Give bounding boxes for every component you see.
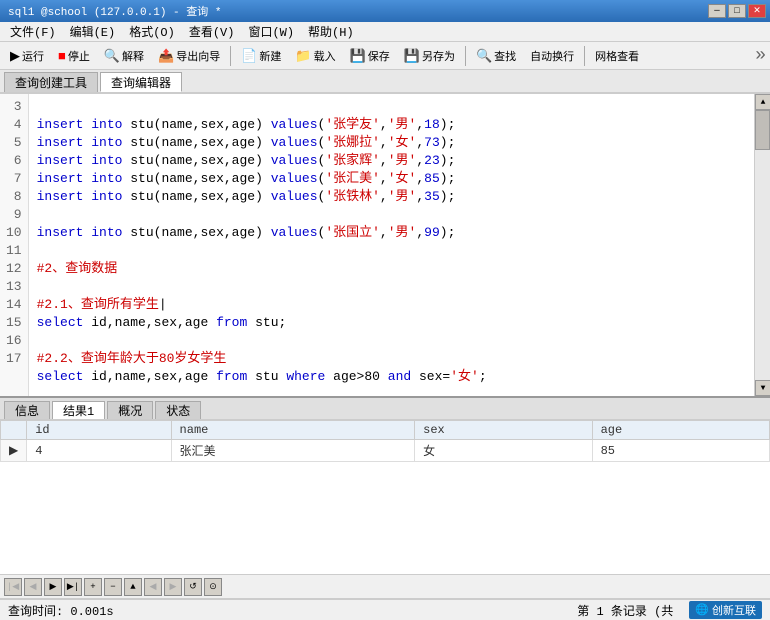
find-icon: 🔍 [476, 48, 492, 64]
col-id: id [27, 421, 171, 440]
col-sex: sex [415, 421, 592, 440]
tab-info[interactable]: 信息 [4, 401, 50, 419]
scroll-track[interactable] [755, 110, 770, 380]
result-content: id name sex age ▶ 4 张汇美 女 85 [0, 420, 770, 574]
toolbar-expand[interactable]: » [755, 46, 766, 66]
scroll-up[interactable]: ▲ [755, 94, 770, 110]
tab-query-editor[interactable]: 查询编辑器 [100, 72, 182, 92]
row-indicator: ▶ [1, 440, 27, 462]
nav-refresh[interactable]: ↺ [184, 578, 202, 596]
new-icon: 📄 [241, 48, 257, 64]
brand-icon: 🌐 [695, 603, 709, 617]
minimize-button[interactable]: ─ [708, 4, 726, 18]
nav-back[interactable]: ▶ [164, 578, 182, 596]
status-right: 第 1 条记录 (共 🌐 创新互联 [577, 601, 762, 619]
code-editor[interactable]: insert into stu(name,sex,age) values('张学… [29, 94, 754, 396]
cell-id: 4 [27, 440, 171, 462]
nav-up[interactable]: ▲ [124, 578, 142, 596]
nav-clear[interactable]: ⊙ [204, 578, 222, 596]
tab-status[interactable]: 状态 [155, 401, 201, 419]
col-age: age [592, 421, 769, 440]
saveas-button[interactable]: 💾 另存为 [398, 45, 461, 67]
gridview-button[interactable]: 网格查看 [589, 45, 645, 67]
save-icon: 💾 [350, 48, 366, 64]
nav-add[interactable]: + [84, 578, 102, 596]
load-button[interactable]: 📁 载入 [289, 45, 341, 67]
scroll-down[interactable]: ▼ [755, 380, 770, 396]
menu-bar: 文件(F) 编辑(E) 格式(O) 查看(V) 窗口(W) 帮助(H) [0, 22, 770, 42]
query-time: 查询时间: 0.001s [8, 602, 114, 619]
tab-summary[interactable]: 概况 [107, 401, 153, 419]
maximize-button[interactable]: □ [728, 4, 746, 18]
table-row: ▶ 4 张汇美 女 85 [1, 440, 770, 462]
sql-editor: 34567891011121314151617 insert into stu(… [0, 94, 770, 398]
status-bar: 查询时间: 0.001s 第 1 条记录 (共 🌐 创新互联 [0, 598, 770, 620]
title-text: sql1 @school (127.0.0.1) - 查询 * [4, 3, 221, 19]
close-button[interactable]: ✕ [748, 4, 766, 18]
cell-sex: 女 [415, 440, 592, 462]
export-button[interactable]: 📤 导出向导 [152, 45, 226, 67]
editor-scrollbar[interactable]: ▲ ▼ [754, 94, 770, 396]
result-area: 信息 结果1 概况 状态 id name sex [0, 398, 770, 598]
main-tab-bar: 查询创建工具 查询编辑器 [0, 70, 770, 94]
nav-delete[interactable]: − [104, 578, 122, 596]
nav-next[interactable]: ▶| [64, 578, 82, 596]
tab-result1[interactable]: 结果1 [52, 401, 105, 419]
run-icon: ▶ [10, 48, 20, 64]
save-button[interactable]: 💾 保存 [344, 45, 396, 67]
autowrap-button[interactable]: 自动换行 [524, 45, 580, 67]
window-controls: ─ □ ✕ [708, 4, 766, 18]
nav-first[interactable]: |◀ [4, 578, 22, 596]
menu-view[interactable]: 查看(V) [183, 22, 241, 41]
menu-file[interactable]: 文件(F) [4, 22, 62, 41]
export-icon: 📤 [158, 48, 174, 64]
explain-button[interactable]: 🔍 解释 [98, 45, 150, 67]
title-bar: sql1 @school (127.0.0.1) - 查询 * ─ □ ✕ [0, 0, 770, 22]
nav-down[interactable]: ◀ [144, 578, 162, 596]
record-info: 第 1 条记录 (共 [577, 602, 673, 619]
toolbar: ▶ 运行 ■ 停止 🔍 解释 📤 导出向导 📄 新建 📁 载入 💾 保存 💾 另… [0, 42, 770, 70]
result-tab-bar: 信息 结果1 概况 状态 [0, 398, 770, 420]
new-button[interactable]: 📄 新建 [235, 45, 287, 67]
menu-format[interactable]: 格式(O) [123, 22, 181, 41]
cell-name: 张汇美 [171, 440, 415, 462]
main-area: 34567891011121314151617 insert into stu(… [0, 94, 770, 598]
brand-logo: 🌐 创新互联 [689, 601, 762, 619]
saveas-icon: 💾 [404, 48, 420, 64]
col-name: name [171, 421, 415, 440]
nav-play[interactable]: ▶ [44, 578, 62, 596]
find-button[interactable]: 🔍 查找 [470, 45, 522, 67]
tab-query-builder[interactable]: 查询创建工具 [4, 72, 98, 92]
col-indicator [1, 421, 27, 440]
run-button[interactable]: ▶ 运行 [4, 45, 50, 67]
line-numbers: 34567891011121314151617 [0, 94, 29, 396]
menu-window[interactable]: 窗口(W) [242, 22, 300, 41]
result-table: id name sex age ▶ 4 张汇美 女 85 [0, 420, 770, 462]
nav-toolbar: |◀ ◀ ▶ ▶| + − ▲ ◀ ▶ ↺ ⊙ [0, 574, 770, 598]
stop-icon: ■ [58, 48, 66, 63]
menu-help[interactable]: 帮助(H) [302, 22, 360, 41]
menu-edit[interactable]: 编辑(E) [64, 22, 122, 41]
explain-icon: 🔍 [104, 48, 120, 64]
load-icon: 📁 [295, 48, 311, 64]
stop-button[interactable]: ■ 停止 [52, 45, 96, 67]
nav-prev[interactable]: ◀ [24, 578, 42, 596]
cell-age: 85 [592, 440, 769, 462]
scroll-thumb[interactable] [755, 110, 770, 150]
